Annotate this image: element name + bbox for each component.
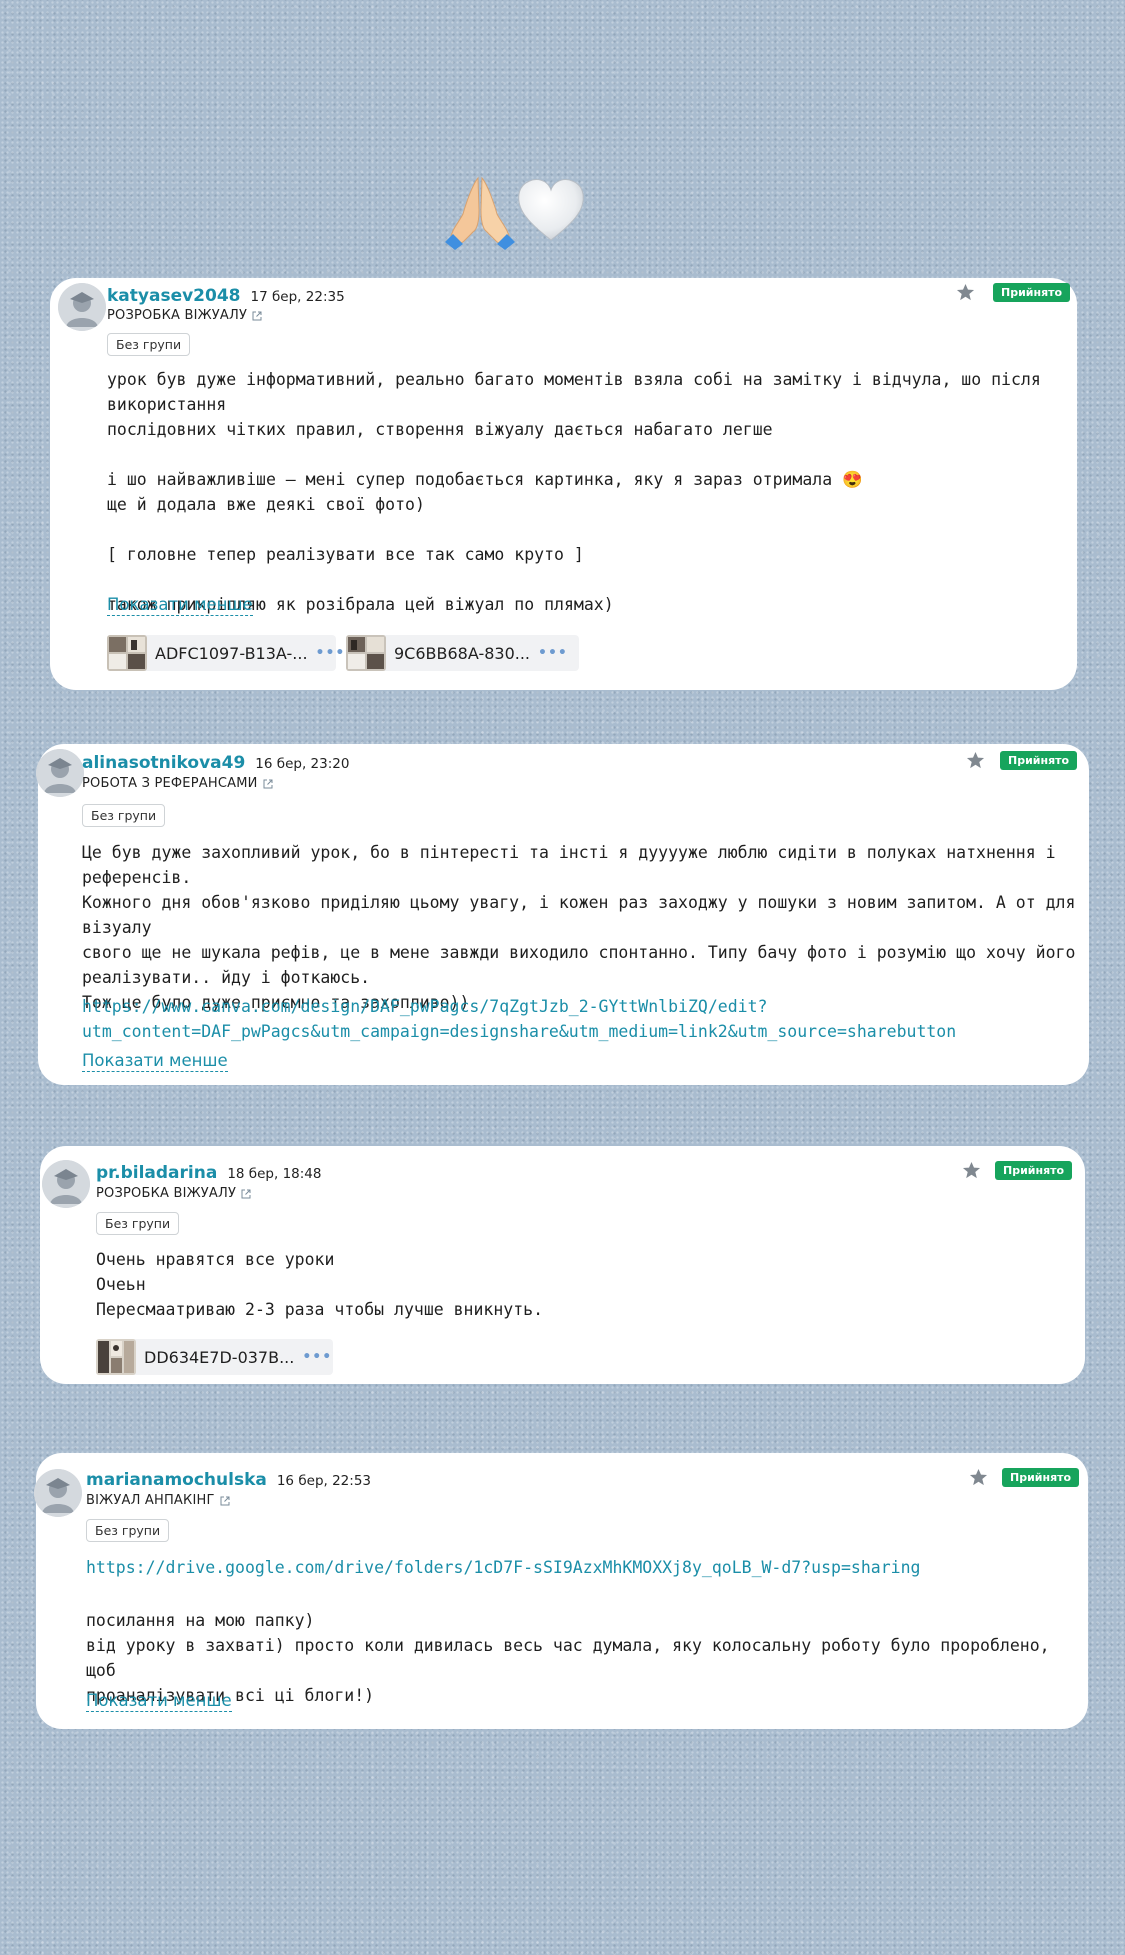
attachment[interactable]: 9C6BB68A-830... ••• xyxy=(346,635,579,671)
comment-text: Очень нравятся все уроки Очеьн Пересмаат… xyxy=(96,1250,544,1319)
comment-text: урок був дуже інформативний, реально баг… xyxy=(107,370,1041,614)
attachment-thumbnail xyxy=(346,635,386,671)
external-link-icon[interactable] xyxy=(263,779,273,789)
comment-date: 16 бер, 22:53 xyxy=(276,1473,372,1489)
username[interactable]: katyasev2048 xyxy=(107,286,241,306)
external-link-icon[interactable] xyxy=(220,1496,230,1506)
avatar[interactable] xyxy=(34,1469,82,1517)
comment-link[interactable]: https://drive.google.com/drive/folders/1… xyxy=(86,1555,1076,1580)
status-badge: Прийнято xyxy=(1002,1468,1080,1487)
comment-date: 18 бер, 18:48 xyxy=(227,1166,322,1182)
more-options-icon[interactable]: ••• xyxy=(538,645,568,661)
star-icon[interactable] xyxy=(962,1161,981,1180)
comment-card: pr.biladarina 18 бер, 18:48 РОЗРОБКА ВІЖ… xyxy=(40,1146,1085,1384)
more-options-icon[interactable]: ••• xyxy=(302,1349,332,1365)
comment-card: alinasotnikova49 16 бер, 23:20 РОБОТА З … xyxy=(36,744,1089,1085)
group-chip[interactable]: Без групи xyxy=(96,1212,180,1235)
username[interactable]: alinasotnikova49 xyxy=(82,753,245,773)
attachment-name: 9C6BB68A-830... xyxy=(394,643,531,663)
status-badge: Прийнято xyxy=(1000,751,1078,770)
comment-date: 17 бер, 22:35 xyxy=(250,289,345,305)
star-icon[interactable] xyxy=(969,1468,988,1487)
attachment[interactable]: DD634E7D-037B... ••• xyxy=(96,1339,333,1375)
star-icon[interactable] xyxy=(966,751,985,770)
praying-hands-icon xyxy=(445,176,515,250)
attachment-name: DD634E7D-037B... xyxy=(144,1347,295,1367)
white-heart-icon xyxy=(518,179,584,241)
comment-date: 16 бер, 23:20 xyxy=(255,756,350,772)
external-link-icon[interactable] xyxy=(252,311,262,321)
attachment-thumbnail xyxy=(107,635,147,671)
external-link-icon[interactable] xyxy=(241,1189,251,1199)
show-less-link[interactable]: Показати менше xyxy=(107,595,253,616)
star-icon[interactable] xyxy=(956,283,975,302)
lesson-name[interactable]: РОБОТА З РЕФЕРАНСАМИ xyxy=(82,776,258,791)
status-badge: Прийнято xyxy=(995,1161,1073,1180)
avatar[interactable] xyxy=(58,283,106,331)
more-options-icon[interactable]: ••• xyxy=(316,645,346,661)
emoji-header xyxy=(445,170,587,250)
avatar[interactable] xyxy=(42,1160,90,1208)
group-chip[interactable]: Без групи xyxy=(107,333,191,356)
comment-card: katyasev2048 17 бер, 22:35 РОЗРОБКА ВІЖУ… xyxy=(50,278,1077,690)
attachment-name: ADFC1097-B13A-... xyxy=(155,643,308,663)
status-badge: Прийнято xyxy=(993,283,1071,302)
group-chip[interactable]: Без групи xyxy=(82,804,166,827)
show-less-link[interactable]: Показати менше xyxy=(82,1051,228,1072)
comment-card: marianamochulska 16 бер, 22:53 ВІЖУАЛ АН… xyxy=(34,1453,1088,1729)
comment-text: посилання на мою папку) від уроку в захв… xyxy=(86,1611,1050,1705)
group-chip[interactable]: Без групи xyxy=(86,1519,170,1542)
attachment-thumbnail xyxy=(96,1339,136,1375)
username[interactable]: marianamochulska xyxy=(86,1470,267,1490)
username[interactable]: pr.biladarina xyxy=(96,1163,217,1183)
lesson-name[interactable]: РОЗРОБКА ВІЖУАЛУ xyxy=(107,308,247,323)
lesson-name[interactable]: РОЗРОБКА ВІЖУАЛУ xyxy=(96,1186,236,1201)
show-less-link[interactable]: Показати менше xyxy=(86,1691,232,1712)
comment-link[interactable]: https://www.canva.com/design/DAF_pwPagcs… xyxy=(82,994,1082,1044)
comment-text: Це був дуже захопливий урок, бо в пінтер… xyxy=(82,843,1076,1012)
lesson-name[interactable]: ВІЖУАЛ АНПАКІНГ xyxy=(86,1493,215,1508)
attachment[interactable]: ADFC1097-B13A-... ••• xyxy=(107,635,344,671)
avatar[interactable] xyxy=(36,749,84,797)
